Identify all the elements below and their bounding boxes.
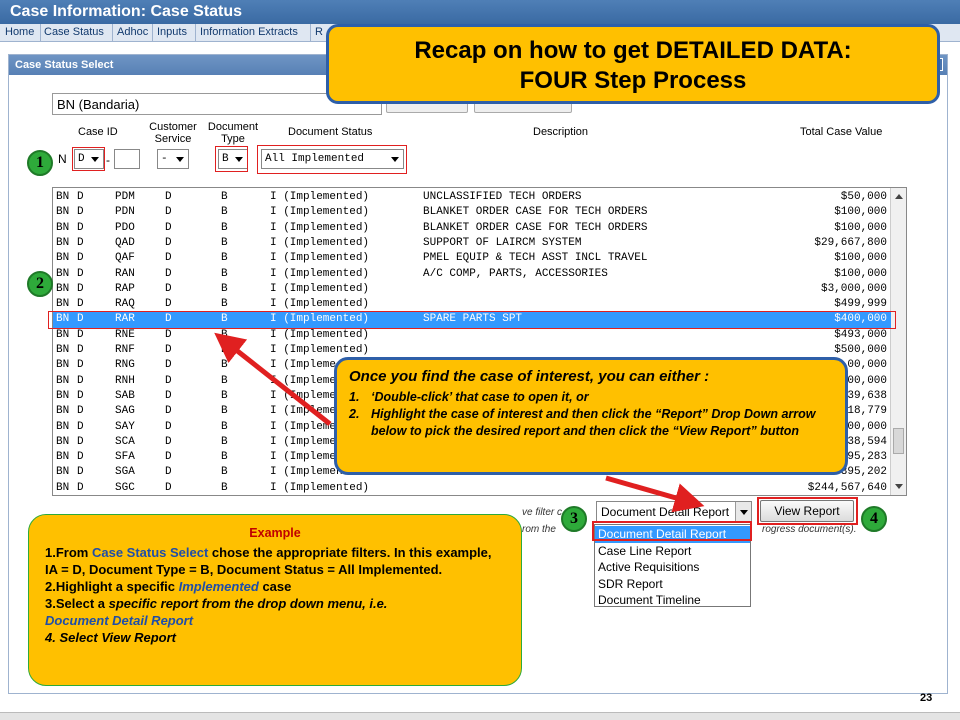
arrow-to-report-dropdown bbox=[605, 475, 705, 513]
page-number: 23 bbox=[920, 692, 933, 704]
instruction-item-2: 2. Highlight the case of interest and the… bbox=[349, 406, 833, 440]
text: case bbox=[258, 579, 292, 594]
text: specific report from the drop down menu,… bbox=[108, 596, 388, 611]
window-scrollbar[interactable] bbox=[0, 712, 960, 720]
text-emphasis: Case Status Select bbox=[91, 545, 209, 560]
item-text: ‘Double-click’ that case to open it, or bbox=[371, 390, 589, 404]
example-callout: Example 1.From Case Status Select chose … bbox=[28, 514, 522, 686]
item-number: 2. bbox=[349, 407, 360, 421]
example-title: Example bbox=[249, 526, 301, 540]
item-text: Highlight the case of interest and then … bbox=[371, 407, 816, 438]
title-callout-line-2: FOUR Step Process bbox=[519, 67, 747, 94]
example-step-3: 3.Select a specific report from the drop… bbox=[45, 595, 505, 629]
text: 3.Select a bbox=[45, 596, 109, 611]
arrow-to-selected-row bbox=[214, 332, 332, 426]
text: 2.Highlight a specific bbox=[45, 579, 179, 594]
instruction-heading: Once you find the case of interest, you … bbox=[349, 368, 710, 385]
title-callout-line-1: Recap on how to get DETAILED DATA: bbox=[414, 37, 852, 64]
instruction-item-1: 1. ‘Double-click’ that case to open it, o… bbox=[349, 389, 833, 406]
example-step-2: 2.Highlight a specific Implemented case bbox=[45, 578, 505, 595]
instruction-callout: Once you find the case of interest, you … bbox=[334, 357, 848, 475]
item-number: 1. bbox=[349, 390, 360, 404]
example-step-4: 4. Select View Report bbox=[45, 630, 177, 645]
title-callout: Recap on how to get DETAILED DATA: FOUR … bbox=[326, 24, 940, 104]
text: 1.From bbox=[45, 545, 92, 560]
text-emphasis: Document Detail Report bbox=[45, 613, 194, 628]
text-emphasis: Implemented bbox=[178, 579, 259, 594]
example-step-1: 1.From Case Status Select chose the appr… bbox=[45, 544, 505, 578]
